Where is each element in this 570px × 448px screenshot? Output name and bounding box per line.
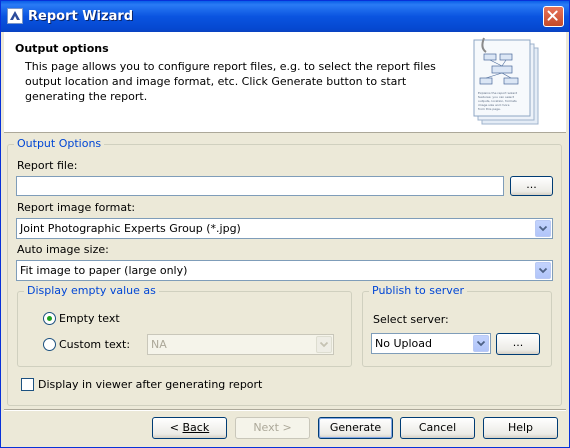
custom-text-value: NA: [151, 338, 167, 351]
publish-legend: Publish to server: [369, 284, 468, 297]
custom-text-select[interactable]: NA: [147, 334, 334, 355]
display-in-viewer-checkbox[interactable]: [21, 378, 34, 391]
output-options-legend: Output Options: [14, 137, 105, 150]
report-document-icon: Explains the report wizard features: you…: [473, 37, 539, 125]
back-button[interactable]: < Back: [152, 417, 227, 439]
auto-size-label: Auto image size:: [17, 243, 109, 256]
cancel-button[interactable]: Cancel: [400, 417, 475, 439]
empty-text-label[interactable]: Empty text: [59, 312, 120, 325]
server-browse-button[interactable]: ...: [496, 333, 540, 355]
publish-group: Publish to server: [362, 284, 552, 367]
page-header: Output options This page allows you to c…: [4, 32, 566, 133]
combo-arrow-icon[interactable]: [535, 262, 551, 279]
auto-size-select[interactable]: Fit image to paper (large only): [16, 260, 553, 281]
footer-divider: [4, 409, 566, 411]
title-bar[interactable]: Report Wizard: [1, 1, 569, 32]
page-description: This page allows you to configure report…: [25, 60, 436, 103]
combo-arrow-icon[interactable]: [316, 336, 332, 353]
combo-arrow-icon[interactable]: [473, 335, 489, 352]
image-format-value: Joint Photographic Experts Group (*.jpg): [20, 222, 241, 235]
select-server-label: Select server:: [373, 313, 449, 326]
page-title: Output options: [15, 42, 109, 55]
empty-value-legend: Display empty value as: [24, 284, 159, 297]
image-format-select[interactable]: Joint Photographic Experts Group (*.jpg): [16, 218, 553, 239]
app-icon: [7, 8, 23, 24]
empty-value-group: Display empty value as: [17, 284, 352, 367]
help-button[interactable]: Help: [483, 417, 558, 439]
image-format-label: Report image format:: [17, 201, 136, 214]
next-button[interactable]: Next >: [235, 417, 310, 439]
combo-arrow-icon[interactable]: [535, 220, 551, 237]
custom-text-label[interactable]: Custom text:: [59, 338, 130, 351]
report-file-label: Report file:: [17, 159, 78, 172]
close-button[interactable]: [543, 6, 564, 27]
window-title: Report Wizard: [28, 9, 134, 24]
close-icon: [547, 10, 558, 21]
auto-size-value: Fit image to paper (large only): [20, 264, 188, 277]
empty-text-radio[interactable]: [43, 312, 56, 325]
back-label: Back: [182, 421, 210, 434]
generate-button[interactable]: Generate: [318, 417, 393, 439]
server-value: No Upload: [375, 337, 432, 350]
report-file-input[interactable]: [16, 176, 504, 196]
svg-text:from this page.: from this page.: [478, 107, 501, 111]
report-file-browse-button[interactable]: ...: [510, 176, 553, 196]
server-select[interactable]: No Upload: [371, 333, 491, 354]
display-in-viewer-label[interactable]: Display in viewer after generating repor…: [38, 378, 262, 391]
report-wizard-window: Report Wizard Output options This page a…: [0, 0, 570, 448]
custom-text-radio[interactable]: [43, 338, 56, 351]
